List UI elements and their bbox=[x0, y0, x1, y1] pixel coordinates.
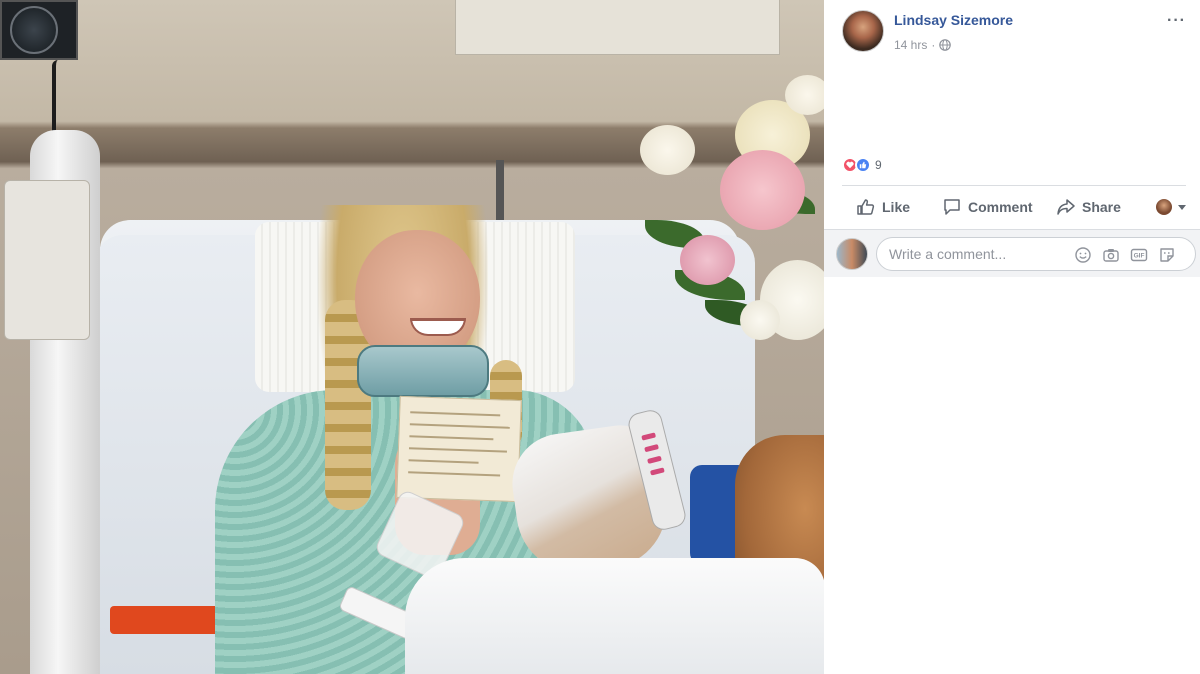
blood-pressure-monitor bbox=[0, 0, 78, 60]
sticker-icon[interactable] bbox=[1158, 246, 1176, 264]
bed-rail-pad bbox=[4, 180, 90, 340]
globe-icon[interactable] bbox=[939, 39, 952, 51]
orange-strap bbox=[110, 606, 225, 634]
like-label: Like bbox=[882, 199, 911, 215]
author-avatar[interactable] bbox=[842, 10, 884, 52]
meta-separator: · bbox=[931, 38, 936, 52]
like-reaction-icon bbox=[855, 157, 871, 173]
post-meta: 14 hrs · bbox=[894, 38, 952, 52]
post-photo[interactable] bbox=[0, 0, 824, 674]
wall-outlet-panel bbox=[455, 0, 780, 55]
share-button[interactable]: Share bbox=[1056, 197, 1121, 217]
share-icon bbox=[1057, 199, 1075, 215]
comment-button[interactable]: Comment bbox=[942, 197, 1033, 217]
neck-brace bbox=[357, 345, 489, 397]
pillow bbox=[405, 558, 824, 674]
commenter-avatar[interactable] bbox=[836, 238, 868, 270]
flower-bouquet bbox=[635, 70, 824, 410]
actions-top-divider bbox=[842, 185, 1186, 186]
reaction-count: 9 bbox=[875, 158, 882, 172]
gif-icon-label: GIF bbox=[1134, 253, 1145, 260]
handwritten-card bbox=[396, 395, 522, 503]
comment-input-icons: GIF bbox=[1074, 246, 1176, 264]
reaction-viewer-selector[interactable] bbox=[1156, 199, 1186, 215]
comment-label: Comment bbox=[968, 199, 1033, 215]
gif-icon[interactable]: GIF bbox=[1130, 246, 1148, 264]
post-actions: Like Comment Share bbox=[842, 190, 1186, 224]
comment-composer: GIF bbox=[824, 229, 1200, 277]
post-timestamp[interactable]: 14 hrs bbox=[894, 38, 927, 52]
chevron-down-icon bbox=[1178, 204, 1186, 210]
author-name-link[interactable]: Lindsay Sizemore bbox=[894, 12, 1013, 28]
more-options-icon[interactable]: ··· bbox=[1167, 12, 1186, 30]
like-button[interactable]: Like bbox=[856, 197, 910, 217]
viewer-avatar bbox=[1156, 199, 1172, 215]
comment-icon bbox=[944, 199, 960, 215]
reactions-summary[interactable]: 9 bbox=[842, 157, 882, 173]
post-sidebar: Lindsay Sizemore 14 hrs · ··· 9 Like Com… bbox=[824, 0, 1200, 674]
share-label: Share bbox=[1082, 199, 1121, 215]
emoji-icon[interactable] bbox=[1074, 246, 1092, 264]
camera-icon[interactable] bbox=[1102, 246, 1120, 264]
thumbs-up-icon bbox=[857, 199, 875, 215]
monitor-cable bbox=[52, 60, 66, 140]
